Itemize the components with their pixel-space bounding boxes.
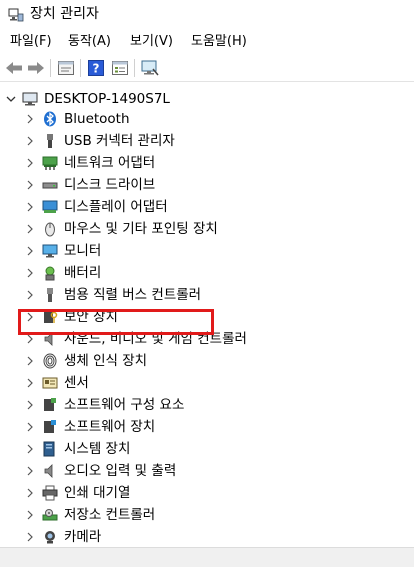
chevron-right-icon[interactable] <box>24 267 36 279</box>
computer-icon <box>22 91 38 107</box>
chevron-right-icon[interactable] <box>24 465 36 477</box>
show-hidden-icon[interactable] <box>110 58 130 78</box>
forward-arrow-icon[interactable] <box>26 58 46 78</box>
sensor-icon <box>42 375 58 391</box>
chevron-right-icon[interactable] <box>24 531 36 543</box>
software-device-icon <box>42 419 58 435</box>
fingerprint-icon <box>42 353 58 369</box>
tree-item[interactable]: 인쇄 대기열 <box>0 482 414 504</box>
chevron-right-icon[interactable] <box>24 399 36 411</box>
tree-item-label: 소프트웨어 구성 요소 <box>64 397 185 413</box>
tree-item-label: 디스플레이 어댑터 <box>64 199 168 215</box>
tree-item-label: 시스템 장치 <box>64 441 131 457</box>
tree-item[interactable]: 배터리 <box>0 262 414 284</box>
tree-item[interactable]: USB 커넥터 관리자 <box>0 130 414 152</box>
menu-help[interactable]: 도움말(H) <box>189 33 249 51</box>
tree-item-label: Bluetooth <box>64 111 130 127</box>
tree-item[interactable]: 시스템 장치 <box>0 438 414 460</box>
toolbar: ? <box>0 54 414 82</box>
usb-controller-icon <box>42 287 58 303</box>
tree-item-label: 생체 인식 장치 <box>64 353 148 369</box>
back-arrow-icon[interactable] <box>4 58 24 78</box>
status-bar <box>0 547 414 567</box>
menu-view[interactable]: 보기(V) <box>128 33 175 51</box>
audio-io-icon <box>42 463 58 479</box>
chevron-right-icon[interactable] <box>24 135 36 147</box>
chevron-right-icon[interactable] <box>24 201 36 213</box>
battery-icon <box>42 265 58 281</box>
chevron-right-icon[interactable] <box>24 377 36 389</box>
tree-item[interactable]: 카메라 <box>0 526 414 544</box>
display-adapter-icon <box>42 199 58 215</box>
toolbar-separator <box>80 59 81 77</box>
tree-item[interactable]: 생체 인식 장치 <box>0 350 414 372</box>
tree-item[interactable]: 디스크 드라이브 <box>0 174 414 196</box>
tree-item[interactable]: 저장소 컨트롤러 <box>0 504 414 526</box>
title-bar: 장치 관리자 <box>0 0 414 30</box>
tree-item-label: 센서 <box>64 375 89 391</box>
chevron-right-icon[interactable] <box>24 443 36 455</box>
device-manager-icon <box>8 7 24 23</box>
help-icon[interactable]: ? <box>86 58 106 78</box>
tree-item-label: 네트워크 어댑터 <box>64 155 156 171</box>
system-device-icon <box>42 441 58 457</box>
tree-item[interactable]: 모니터 <box>0 240 414 262</box>
tree-item[interactable]: 센서 <box>0 372 414 394</box>
tree-item-label: 카메라 <box>64 529 102 544</box>
storage-controller-icon <box>42 507 58 523</box>
tree-item[interactable]: 오디오 입력 및 출력 <box>0 460 414 482</box>
tree-item-label: USB 커넥터 관리자 <box>64 133 175 149</box>
toolbar-separator <box>50 59 51 77</box>
tree-item-label: 디스크 드라이브 <box>64 177 156 193</box>
chevron-right-icon[interactable] <box>24 223 36 235</box>
tree-item[interactable]: Bluetooth <box>0 108 414 130</box>
chevron-right-icon[interactable] <box>24 179 36 191</box>
mouse-icon <box>42 221 58 237</box>
chevron-right-icon[interactable] <box>24 355 36 367</box>
printer-icon <box>42 485 58 501</box>
monitor-icon <box>42 243 58 259</box>
tree-item[interactable]: 소프트웨어 장치 <box>0 416 414 438</box>
chevron-right-icon[interactable] <box>24 509 36 521</box>
tree-item[interactable]: 범용 직렬 버스 컨트롤러 <box>0 284 414 306</box>
chevron-right-icon[interactable] <box>24 245 36 257</box>
chevron-right-icon[interactable] <box>24 421 36 433</box>
tree-item-label: 저장소 컨트롤러 <box>64 507 156 523</box>
tree-root[interactable]: DESKTOP-1490S7L <box>0 88 414 110</box>
software-component-icon <box>42 397 58 413</box>
chevron-right-icon[interactable] <box>24 487 36 499</box>
tree-root-label: DESKTOP-1490S7L <box>44 91 170 107</box>
tree-item-label: 마우스 및 기타 포인팅 장치 <box>64 221 218 237</box>
chevron-right-icon[interactable] <box>24 157 36 169</box>
tree-item-label: 범용 직렬 버스 컨트롤러 <box>64 287 202 303</box>
properties-icon[interactable] <box>56 58 76 78</box>
chevron-down-icon[interactable] <box>5 93 17 105</box>
disk-drive-icon <box>42 177 58 193</box>
highlight-box <box>18 309 214 335</box>
tree-item-label: 인쇄 대기열 <box>64 485 131 501</box>
usb-connector-icon <box>42 133 58 149</box>
tree-item-label: 오디오 입력 및 출력 <box>64 463 177 479</box>
chevron-right-icon[interactable] <box>24 289 36 301</box>
tree-item-label: 모니터 <box>64 243 102 259</box>
toolbar-separator <box>134 59 135 77</box>
tree-item[interactable]: 마우스 및 기타 포인팅 장치 <box>0 218 414 240</box>
window-title: 장치 관리자 <box>30 6 99 22</box>
menu-action[interactable]: 동작(A) <box>66 33 113 51</box>
menu-file[interactable]: 파일(F) <box>8 33 54 51</box>
bluetooth-icon <box>42 111 58 127</box>
menu-bar: 파일(F) 동작(A) 보기(V) 도움말(H) <box>0 30 414 54</box>
scan-hardware-icon[interactable] <box>140 58 160 78</box>
camera-icon <box>42 529 58 544</box>
tree-item[interactable]: 네트워크 어댑터 <box>0 152 414 174</box>
tree-item[interactable]: 소프트웨어 구성 요소 <box>0 394 414 416</box>
network-adapter-icon <box>42 155 58 171</box>
chevron-right-icon[interactable] <box>24 113 36 125</box>
tree-item-label: 소프트웨어 장치 <box>64 419 156 435</box>
svg-text:?: ? <box>93 62 100 76</box>
tree-item-label: 배터리 <box>64 265 102 281</box>
tree-item[interactable]: 디스플레이 어댑터 <box>0 196 414 218</box>
